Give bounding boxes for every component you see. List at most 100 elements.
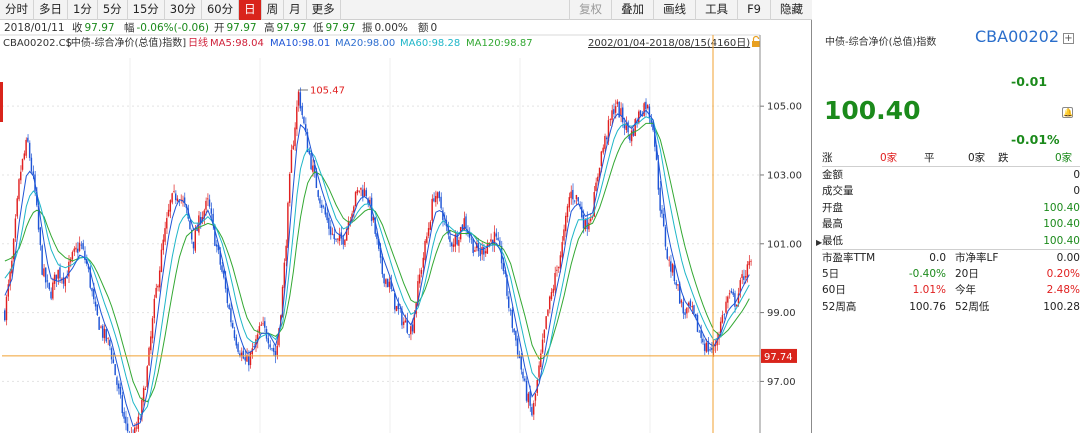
candle-body xyxy=(522,371,524,379)
candle-body xyxy=(146,366,148,388)
candle-body xyxy=(59,267,61,279)
candle-body xyxy=(516,338,519,355)
candle-body xyxy=(429,221,432,230)
period-tab[interactable]: 日 xyxy=(239,0,262,20)
stat-row: 成交量 0 xyxy=(822,183,1080,200)
candle-body xyxy=(677,284,679,286)
candle-body xyxy=(557,267,560,268)
candle-body xyxy=(71,252,74,260)
legend-name: [中债-综合净价(总值)指数] xyxy=(67,36,186,49)
info-low: 低 97.97 xyxy=(313,21,356,34)
candle-body xyxy=(550,292,553,300)
quote-stats: 涨 0家 平 0家 跌 0家 金额 0 成交量 0 开盘 100.40 最高 100.40 最低… xyxy=(822,150,1080,315)
period-tab[interactable]: 月 xyxy=(284,0,307,20)
alert-bell-icon[interactable]: 🔔 xyxy=(1062,107,1073,118)
candle-body xyxy=(139,418,141,420)
candle-body xyxy=(728,293,731,295)
toolbar-button[interactable]: 画线 xyxy=(653,0,695,20)
candle-body xyxy=(43,268,45,277)
candle-body xyxy=(107,338,109,339)
pb-value: 0.00 xyxy=(1056,252,1080,264)
d60-value: 1.01% xyxy=(912,284,946,296)
candle-body xyxy=(575,195,578,200)
legend-ma5: MA5:98.04 xyxy=(210,38,264,49)
candle-body xyxy=(18,179,20,200)
legend-date-range[interactable]: 2002/01/04-2018/08/15(4160日) xyxy=(588,38,750,49)
candle-body xyxy=(661,209,663,214)
period-tabs: 分时 多日 1分 5分 15分 30分 60分日周月更多 xyxy=(0,0,341,20)
breadth-up-value: 0家 xyxy=(880,152,898,164)
kline-chart[interactable]: 2018/01/11 收 97.97 幅 -0.06%(-0.06) 开 97.97 … xyxy=(0,20,812,433)
candle-body xyxy=(465,216,467,229)
candle-body xyxy=(249,352,252,366)
candle-body xyxy=(646,105,649,109)
period-tab[interactable]: 5分 xyxy=(98,0,128,20)
candle-body xyxy=(433,198,435,202)
candle-body xyxy=(440,196,442,209)
quote-panel: 中债-综合净价(总值)指数 CBA00202 + -0.01 100.40 🔔 … xyxy=(813,0,1080,433)
candle-body xyxy=(78,242,81,251)
period-tab[interactable]: 1分 xyxy=(68,0,98,20)
candle-body xyxy=(57,269,59,279)
y-tick-label: 105.00 xyxy=(767,102,802,113)
candle-body xyxy=(693,305,695,314)
candle-body xyxy=(673,265,676,282)
period-tab[interactable]: 多日 xyxy=(34,0,68,20)
toolbar-button[interactable]: 叠加 xyxy=(611,0,653,20)
breadth-row: 涨 0家 平 0家 跌 0家 xyxy=(822,150,1080,167)
candle-body xyxy=(561,242,563,258)
candle-body xyxy=(577,197,579,202)
stat-label: 最低 xyxy=(822,234,843,247)
candle-body xyxy=(326,212,328,221)
candle-body xyxy=(520,356,522,370)
candle-body xyxy=(744,276,747,278)
perf-row-3: 52周高 100.76 52周低 100.28 xyxy=(822,299,1080,316)
candle-body xyxy=(630,130,633,142)
candle-body xyxy=(420,270,423,274)
candle-body xyxy=(160,249,163,272)
period-tab[interactable]: 30分 xyxy=(165,0,202,20)
toolbar-button[interactable]: 复权 xyxy=(569,0,611,20)
lock-icon[interactable] xyxy=(752,35,760,48)
toolbar-button[interactable]: F9 xyxy=(737,0,770,20)
period-tab[interactable]: 更多 xyxy=(307,0,341,20)
candle-body xyxy=(189,220,191,230)
period-tab[interactable]: 周 xyxy=(262,0,285,20)
candle-body xyxy=(586,218,588,230)
candle-body xyxy=(691,306,693,308)
candle-body xyxy=(292,145,294,150)
pb-label: 市净率LF xyxy=(955,252,999,264)
add-watchlist-icon[interactable]: + xyxy=(1063,33,1074,44)
candle-body xyxy=(481,247,483,255)
stat-value: 0 xyxy=(1073,168,1080,181)
candle-body xyxy=(32,171,34,175)
candle-body xyxy=(565,215,567,232)
candle-body xyxy=(611,110,613,121)
candle-body xyxy=(5,296,8,321)
candle-body xyxy=(532,403,535,415)
candle-body xyxy=(408,334,410,336)
candle-body xyxy=(470,238,473,240)
kline-chart-panel[interactable]: 2018/01/11 收 97.97 幅 -0.06%(-0.06) 开 97.97 … xyxy=(0,20,812,433)
candle-body xyxy=(240,352,243,356)
candle-body xyxy=(269,344,271,348)
period-tab[interactable]: 60分 xyxy=(202,0,240,20)
candle-body xyxy=(356,190,359,194)
period-tab[interactable]: 分时 xyxy=(0,0,34,20)
stat-label: 成交量 xyxy=(822,185,854,197)
candle-body xyxy=(64,277,66,287)
w52-high-value: 100.76 xyxy=(909,300,946,313)
stat-rows: 金额 0 成交量 0 开盘 100.40 最高 100.40 最低 100.40 xyxy=(822,167,1080,250)
candle-body xyxy=(543,329,546,338)
candle-body xyxy=(509,309,512,311)
candle-body xyxy=(670,261,672,272)
candle-body xyxy=(223,270,225,278)
stat-label: 金额 xyxy=(822,168,843,181)
stat-value: 100.40 xyxy=(1043,234,1080,247)
toolbar-button[interactable]: 隐藏 xyxy=(770,0,812,20)
toolbar-button[interactable]: 工具 xyxy=(695,0,737,20)
candle-body xyxy=(215,244,218,247)
candle-body xyxy=(604,135,606,149)
period-tab[interactable]: 15分 xyxy=(128,0,165,20)
candle-body xyxy=(328,217,330,229)
